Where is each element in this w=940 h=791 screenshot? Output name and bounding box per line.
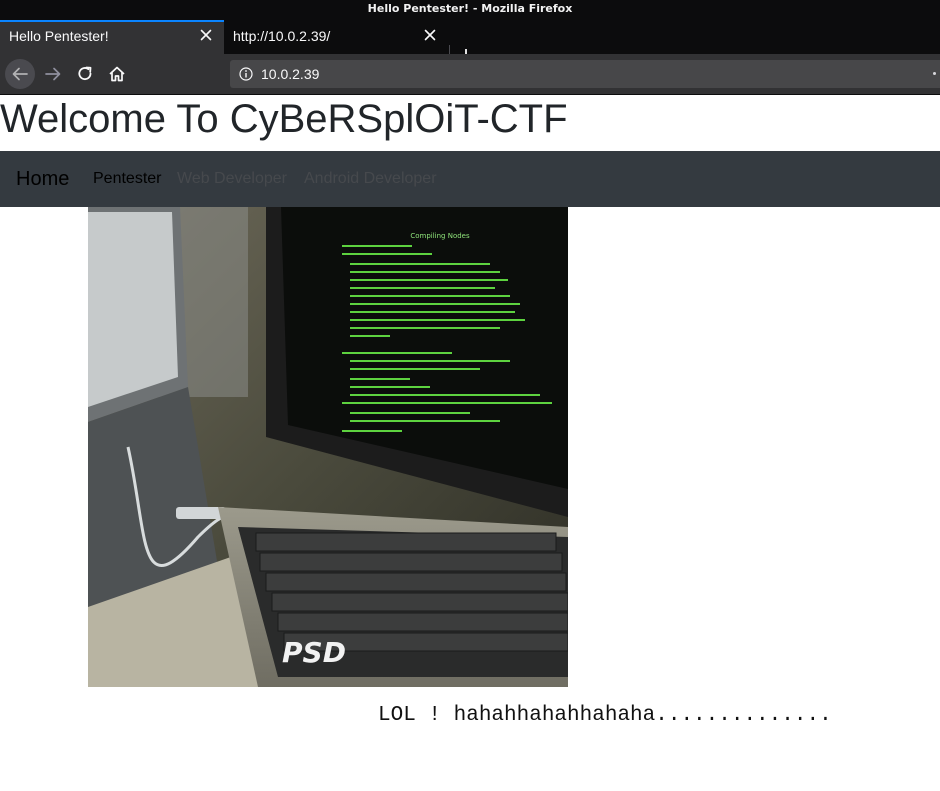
back-button[interactable] <box>5 59 35 89</box>
nav-brand-home[interactable]: Home <box>16 168 69 191</box>
tab-url[interactable]: http://10.0.2.39/ <box>224 20 448 54</box>
screen-title: Compiling Nodes <box>410 232 470 240</box>
site-info-icon[interactable] <box>239 67 253 81</box>
page-title: Welcome To CyBeRSplOiT-CTF <box>0 97 568 141</box>
nav-link-android-developer[interactable]: Android Developer <box>304 170 437 188</box>
psd-watermark: PSD <box>282 636 346 669</box>
window-title: Hello Pentester! - Mozilla Firefox <box>367 2 573 15</box>
home-icon <box>109 66 125 82</box>
site-navbar: Home Pentester Web Developer Android Dev… <box>0 151 940 207</box>
hero-laptop-image: Compiling Nodes PSD <box>88 207 568 687</box>
address-bar[interactable]: 10.0.2.39 <box>230 60 940 88</box>
nav-link-pentester[interactable]: Pentester <box>93 170 161 188</box>
tab-strip: Hello Pentester! http://10.0.2.39/ <box>0 20 940 69</box>
nav-link-web-developer[interactable]: Web Developer <box>177 170 287 188</box>
page-content: Welcome To CyBeRSplOiT-CTF Home Penteste… <box>0 95 940 791</box>
close-tab-icon[interactable] <box>198 27 214 43</box>
url-text: 10.0.2.39 <box>261 66 320 82</box>
home-button[interactable] <box>102 59 132 89</box>
forward-button[interactable] <box>38 59 68 89</box>
window-titlebar: Hello Pentester! - Mozilla Firefox <box>0 0 940 20</box>
tab-label: http://10.0.2.39/ <box>233 28 331 44</box>
browser-toolbar: 10.0.2.39 <box>0 54 940 95</box>
forward-arrow-icon <box>45 67 61 81</box>
tab-label: Hello Pentester! <box>9 28 109 44</box>
caption-text: LOL ! hahahhahahhahaha.............. <box>378 704 832 727</box>
reload-button[interactable] <box>70 59 100 89</box>
close-tab-icon[interactable] <box>422 27 438 43</box>
page-actions-icon[interactable] <box>933 72 936 75</box>
tab-hello-pentester[interactable]: Hello Pentester! <box>0 20 224 54</box>
back-arrow-icon <box>12 67 28 81</box>
reload-icon <box>78 66 92 81</box>
